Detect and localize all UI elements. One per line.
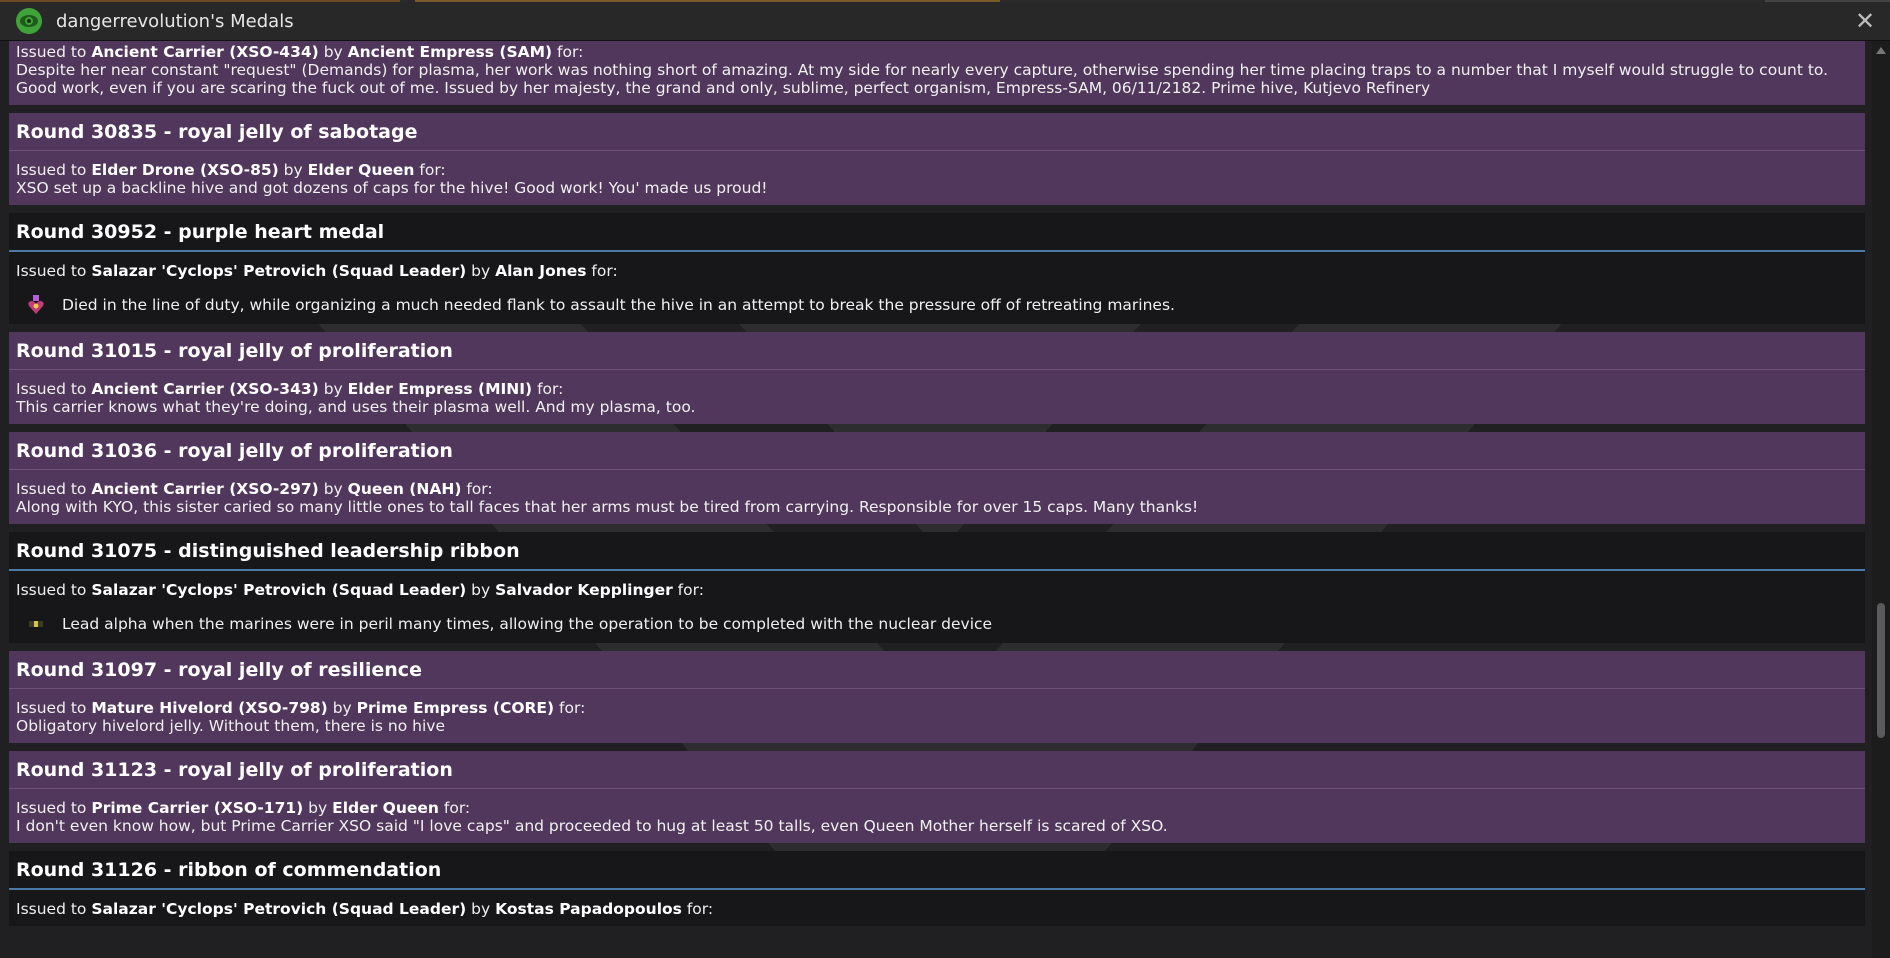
medal-heading: Round 31097 - royal jelly of resilience (9, 651, 1865, 689)
medal-body: Issued to Salazar 'Cyclops' Petrovich (S… (9, 571, 1865, 643)
recipient-name: Salazar 'Cyclops' Petrovich (Squad Leade… (91, 900, 467, 918)
scrollbar[interactable] (1872, 41, 1890, 958)
medal-card: Round 31075 - distinguished leadership r… (9, 532, 1865, 643)
scroll-up-icon[interactable] (1876, 47, 1886, 54)
issuer-name: Elder Empress (MINI) (347, 380, 533, 398)
issued-line: Issued to Salazar 'Cyclops' Petrovich (S… (16, 900, 714, 918)
leadership-ribbon-icon (26, 613, 46, 635)
issued-line: Issued to Salazar 'Cyclops' Petrovich (S… (16, 581, 704, 599)
medal-body: Issued to Prime Carrier (XSO-171) by Eld… (9, 789, 1865, 843)
issued-line: Issued to Mature Hivelord (XSO-798) by P… (16, 699, 586, 717)
medal-card: Round 30835 - royal jelly of sabotage Iss… (9, 113, 1865, 205)
recipient-name: Ancient Carrier (XSO-297) (91, 480, 319, 498)
medal-message: This carrier knows what they're doing, a… (16, 398, 696, 416)
medal-heading: Round 31015 - royal jelly of proliferati… (9, 332, 1865, 370)
medal-message: Obligatory hivelord jelly. Without them,… (16, 717, 445, 735)
medal-message-row: Lead alpha when the marines were in peri… (16, 613, 1858, 635)
title-bar: dangerrevolution's Medals ✕ (0, 2, 1890, 41)
medal-body: Issued to Ancient Carrier (XSO-343) by E… (9, 370, 1865, 424)
medal-card: Round 31123 - royal jelly of proliferati… (9, 751, 1865, 843)
window-title: dangerrevolution's Medals (56, 10, 294, 32)
medal-body: Issued to Salazar 'Cyclops' Petrovich (S… (9, 252, 1865, 324)
medal-list-viewport[interactable]: Issued to Ancient Carrier (XSO-434) by A… (0, 41, 1872, 958)
recipient-name: Prime Carrier (XSO-171) (91, 799, 304, 817)
issued-line: Issued to Ancient Carrier (XSO-343) by E… (16, 380, 564, 398)
issuer-name: Ancient Empress (SAM) (347, 43, 553, 61)
issued-line: Issued to Prime Carrier (XSO-171) by Eld… (16, 799, 471, 817)
issued-line: Issued to Salazar 'Cyclops' Petrovich (S… (16, 262, 618, 280)
scrollbar-thumb[interactable] (1877, 603, 1885, 738)
medal-heading: Round 30835 - royal jelly of sabotage (9, 113, 1865, 151)
recipient-name: Mature Hivelord (XSO-798) (91, 699, 328, 717)
medal-card: Round 31036 - royal jelly of proliferati… (9, 432, 1865, 524)
issuer-name: Salvador Kepplinger (495, 581, 673, 599)
medal-heading: Round 30952 - purple heart medal (9, 213, 1865, 252)
recipient-name: Ancient Carrier (XSO-434) (91, 43, 319, 61)
medal-list: Issued to Ancient Carrier (XSO-434) by A… (9, 41, 1865, 934)
medal-message: Despite her near constant "request" (Dem… (16, 61, 1829, 97)
medal-message: I don't even know how, but Prime Carrier… (16, 817, 1168, 835)
issuer-name: Elder Queen (332, 799, 439, 817)
close-icon[interactable]: ✕ (1852, 7, 1878, 35)
medal-body: Issued to Ancient Carrier (XSO-297) by Q… (9, 470, 1865, 524)
medal-heading: Round 31123 - royal jelly of proliferati… (9, 751, 1865, 789)
medal-body-partial: Issued to Ancient Carrier (XSO-434) by A… (9, 41, 1865, 105)
medal-body: Issued to Salazar 'Cyclops' Petrovich (S… (9, 890, 1865, 926)
medal-card: Round 31126 - ribbon of commendation Issu… (9, 851, 1865, 926)
medal-message-row: Died in the line of duty, while organizi… (16, 294, 1858, 316)
issued-line: Issued to Ancient Carrier (XSO-434) by A… (16, 43, 584, 61)
medals-window: dangerrevolution's Medals ✕ Issued to An… (0, 0, 1890, 958)
recipient-name: Salazar 'Cyclops' Petrovich (Squad Leade… (91, 581, 467, 599)
issued-line: Issued to Elder Drone (XSO-85) by Elder … (16, 161, 446, 179)
medal-heading: Round 31075 - distinguished leadership r… (9, 532, 1865, 571)
eye-icon (14, 6, 44, 36)
medal-card: Round 30952 - purple heart medal Issued t… (9, 213, 1865, 324)
issued-line: Issued to Ancient Carrier (XSO-297) by Q… (16, 480, 493, 498)
medal-message: Along with KYO, this sister caried so ma… (16, 498, 1199, 516)
medal-message: Died in the line of duty, while organizi… (62, 296, 1175, 314)
medal-heading: Round 31036 - royal jelly of proliferati… (9, 432, 1865, 470)
medal-body: Issued to Elder Drone (XSO-85) by Elder … (9, 151, 1865, 205)
recipient-name: Salazar 'Cyclops' Petrovich (Squad Leade… (91, 262, 467, 280)
issuer-name: Elder Queen (307, 161, 415, 179)
issuer-name: Queen (NAH) (347, 480, 462, 498)
recipient-name: Ancient Carrier (XSO-343) (91, 380, 319, 398)
purple-heart-medal-icon (26, 294, 46, 316)
medal-message: XSO set up a backline hive and got dozen… (16, 179, 768, 197)
issuer-name: Prime Empress (CORE) (356, 699, 555, 717)
medal-card: Round 31097 - royal jelly of resilience I… (9, 651, 1865, 743)
medal-card: Round 31015 - royal jelly of proliferati… (9, 332, 1865, 424)
issuer-name: Alan Jones (495, 262, 587, 280)
issuer-name: Kostas Papadopoulos (495, 900, 682, 918)
medal-heading: Round 31126 - ribbon of commendation (9, 851, 1865, 890)
recipient-name: Elder Drone (XSO-85) (91, 161, 279, 179)
medal-body: Issued to Mature Hivelord (XSO-798) by P… (9, 689, 1865, 743)
medal-message: Lead alpha when the marines were in peri… (62, 615, 993, 633)
